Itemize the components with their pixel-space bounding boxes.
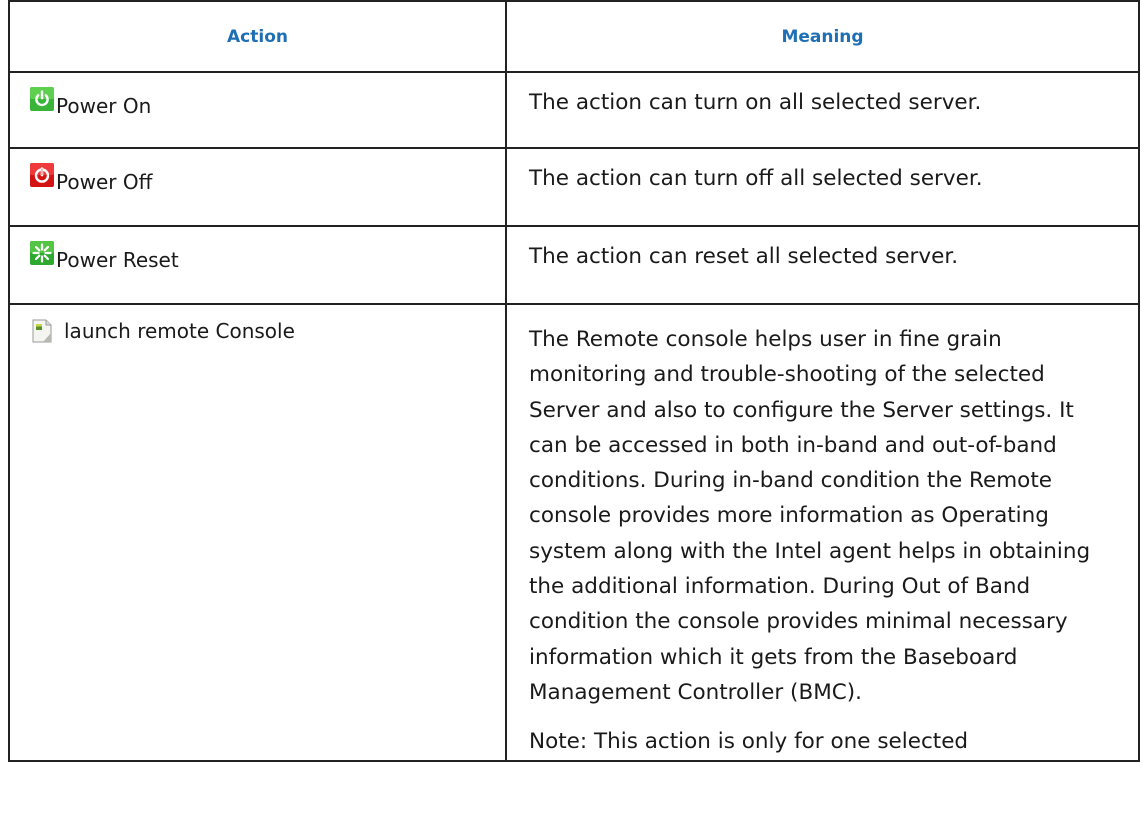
remote-console-icon [32,319,52,343]
action-label-power-off: Power Off [56,170,153,194]
table-row: Power Off The action can turn off all se… [8,147,1140,227]
power-reset-icon [30,241,54,265]
table-row: Power Reset The action can reset all sel… [8,225,1140,305]
meaning-cell-power-off: The action can turn off all selected ser… [505,147,1140,227]
meaning-text: The action can reset all selected server… [529,244,959,269]
header-action: Action [8,0,507,73]
action-cell-power-on: Power On [8,71,507,149]
meaning-text: The action can turn on all selected serv… [529,90,982,115]
actions-table: Action Meaning Power On The action can t… [8,0,1140,762]
note-text: Note: This action is only for one select… [529,729,969,755]
header-meaning: Meaning [505,0,1140,73]
action-cell-power-off: Power Off [8,147,507,227]
meaning-cell-remote-console: The Remote console helps user in fine gr… [505,303,1140,762]
action-cell-remote-console: launch remote Console [8,303,507,762]
action-label-remote-console: launch remote Console [64,319,295,343]
action-label-power-reset: Power Reset [56,248,179,272]
table-row: launch remote Console The Remote console… [8,303,1140,762]
meaning-cell-power-on: The action can turn on all selected serv… [505,71,1140,149]
power-on-icon [30,87,54,111]
power-off-icon [30,163,54,187]
action-label-power-on: Power On [56,94,152,118]
action-cell-power-reset: Power Reset [8,225,507,305]
meaning-text: The Remote console helps user in fine gr… [529,327,1091,705]
table-row: Power On The action can turn on all sele… [8,71,1140,149]
meaning-text: The action can turn off all selected ser… [529,166,983,191]
table-header-row: Action Meaning [8,0,1140,73]
meaning-cell-power-reset: The action can reset all selected server… [505,225,1140,305]
